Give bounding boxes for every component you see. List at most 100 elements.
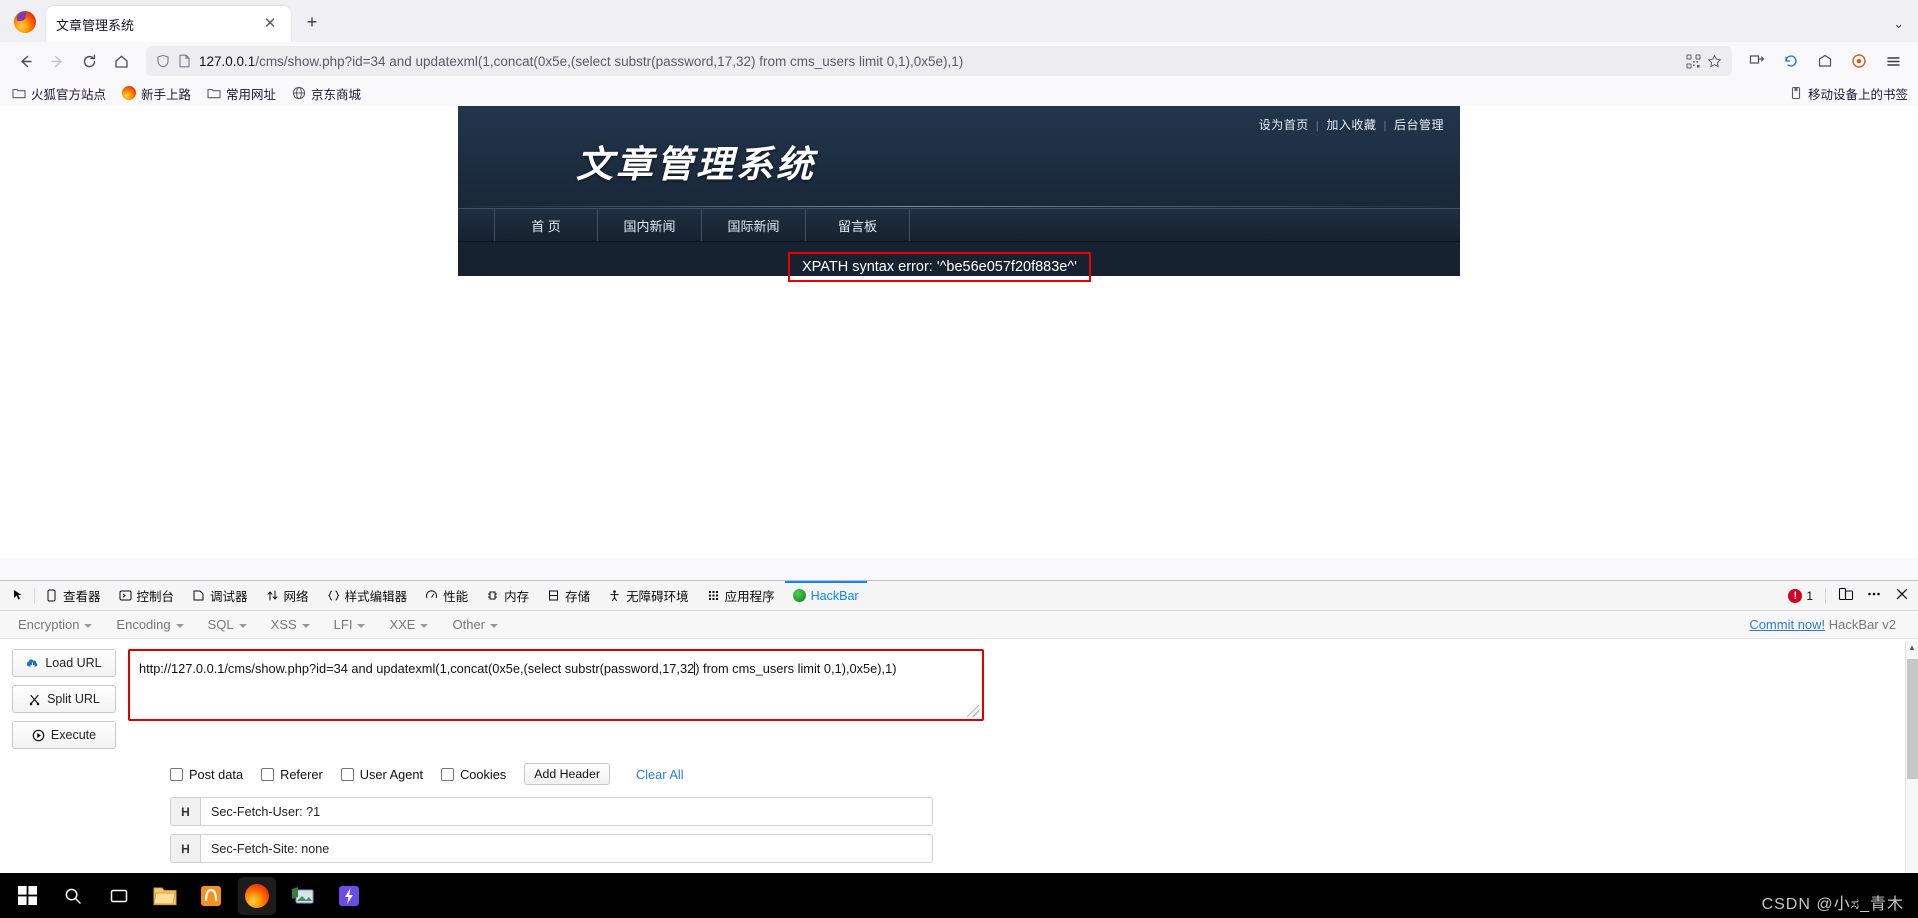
menu-xxe[interactable]: XXE [379,614,438,635]
home-icon[interactable] [106,46,136,76]
file-explorer-button[interactable] [146,877,184,915]
shield-icon [157,54,169,68]
scroll-up-icon[interactable]: ▲ [1906,641,1918,654]
back-arrow-icon[interactable] [10,46,40,76]
set-homepage-link[interactable]: 设为首页 [1259,118,1309,132]
forward-arrow-icon[interactable] [42,46,72,76]
bookmark-label: 火狐官方站点 [31,87,107,102]
admin-link[interactable]: 后台管理 [1394,118,1444,132]
nav-item-international-news[interactable]: 国际新闻 [702,209,806,241]
tab-label: 无障碍环境 [626,590,689,604]
extension-icon[interactable] [1844,46,1874,76]
add-header-button[interactable]: Add Header [524,763,610,785]
tab-hackbar[interactable]: HackBar [785,581,867,610]
add-favorite-link[interactable]: 加入收藏 [1326,118,1376,132]
tab-performance[interactable]: 性能 [417,581,476,610]
menu-encryption[interactable]: Encryption [8,614,102,635]
nav-item-domestic-news[interactable]: 国内新闻 [598,209,702,241]
chevron-down-icon [490,623,498,628]
app-orange-button[interactable] [192,877,230,915]
url-value-part1: http://127.0.0.1/cms/show.php?id=34 and … [139,661,695,676]
site-container: 设为首页 | 加入收藏 | 后台管理 文章管理系统 首 页 国内新闻 国际新闻 留言板 … [458,106,1460,282]
header-value[interactable]: Sec-Fetch-Site: none [201,835,932,862]
header-value[interactable]: Sec-Fetch-User: ?1 [201,798,932,825]
tab-storage[interactable]: 存储 [539,581,598,610]
checkbox-box[interactable] [340,767,354,781]
execute-button[interactable]: Execute [12,721,116,749]
flash-app-button[interactable] [330,877,368,915]
bookmark-item[interactable]: 常用网址 [207,84,276,103]
watermark: CSDN @小ಸ_青木 [1762,890,1904,914]
button-label: Execute [50,728,97,742]
checkbox-label: Referer [280,766,323,782]
element-picker-icon[interactable] [6,584,32,608]
list-all-tabs-icon[interactable]: ⌄ [1893,16,1904,32]
menu-other[interactable]: Other [442,614,508,635]
firefox-icon [122,86,137,100]
tab-debugger[interactable]: 调试器 [184,581,256,610]
error-count-badge[interactable]: ! 1 [1788,588,1813,603]
checkbox-box[interactable] [170,767,183,781]
save-to-pocket-icon[interactable] [1810,46,1840,76]
checkbox-label: User Agent [359,766,424,782]
split-url-button[interactable]: Split URL [12,685,116,713]
menu-sql[interactable]: SQL [198,614,257,635]
site-logo: 文章管理系统 [576,145,816,186]
tab-accessibility[interactable]: 无障碍环境 [600,581,697,610]
url-path: /cms/show.php?id=34 and updatexml(1,conc… [255,53,964,69]
tab-label: 性能 [443,590,469,604]
address-bar[interactable]: 127.0.0.1/cms/show.php?id=34 and updatex… [146,46,1732,76]
menu-encoding[interactable]: Encoding [106,614,193,635]
tab-network[interactable]: 网络 [258,581,317,610]
tab-style-editor[interactable]: 样式编辑器 [319,581,416,610]
url-textarea[interactable]: http://127.0.0.1/cms/show.php?id=34 and … [128,649,984,721]
devtools-meatball-menu-icon[interactable] [1866,586,1882,605]
folder-icon [207,88,221,99]
bookmark-item[interactable]: 火狐官方站点 [12,84,106,103]
bookmark-star-icon[interactable] [1707,53,1722,69]
new-tab-button[interactable]: + [301,12,323,34]
bookmark-item[interactable]: 新手上路 [122,84,191,103]
resize-grip[interactable] [967,705,979,717]
browser-tab[interactable]: 文章管理系统 ✕ [46,6,291,42]
hackbar-icon [792,589,806,602]
tab-console[interactable]: 控制台 [111,581,183,610]
menu-lfi[interactable]: LFI [324,614,376,635]
app-menu-icon[interactable] [1878,46,1908,76]
header-row[interactable]: H Sec-Fetch-Site: none [170,834,933,863]
checkbox-user-agent[interactable]: User Agent [340,766,424,782]
reload-icon[interactable] [74,46,104,76]
tab-memory[interactable]: 内存 [478,581,537,610]
load-url-button[interactable]: Load URL [12,649,116,677]
header-row[interactable]: H Sec-Fetch-User: ?1 [170,797,933,826]
scrollbar-thumb[interactable] [1907,659,1918,779]
start-button[interactable] [8,877,46,915]
checkbox-referer[interactable]: Referer [261,767,323,782]
mobile-bookmarks-item[interactable]: 移动设备上的书签 [1789,84,1908,103]
checkbox-box[interactable] [261,767,275,781]
nav-item-home[interactable]: 首 页 [494,209,598,241]
checkbox-post-data[interactable]: Post data [170,767,243,782]
bookmark-item[interactable]: 京东商城 [292,84,361,103]
commit-now-link[interactable]: Commit now! [1749,617,1825,632]
close-devtools-icon[interactable] [1894,586,1910,605]
search-button[interactable] [54,877,92,915]
tab-application[interactable]: 应用程序 [699,581,783,610]
history-back-icon[interactable] [1776,46,1806,76]
devtools-scrollbar[interactable]: ▲ [1905,641,1918,873]
close-icon[interactable]: ✕ [259,13,281,35]
task-view-button[interactable] [100,877,138,915]
qr-reader-icon[interactable] [1686,54,1701,69]
checkbox-cookies[interactable]: Cookies [441,767,506,782]
decorative-divider [458,206,1460,207]
tab-inspector[interactable]: 查看器 [37,581,109,610]
sync-tabs-icon[interactable] [1742,46,1772,76]
firefox-taskbar-button[interactable] [238,876,276,915]
nav-item-message-board[interactable]: 留言板 [806,209,910,241]
responsive-design-mode-icon[interactable] [1838,586,1854,605]
image-app-button[interactable] [284,877,322,915]
clear-all-link[interactable]: Clear All [636,767,684,782]
checkbox-box[interactable] [441,767,455,781]
url-value-part2: ) from cms_users limit 0,1),0x5e),1) [695,661,897,676]
menu-xss[interactable]: XSS [261,614,320,635]
